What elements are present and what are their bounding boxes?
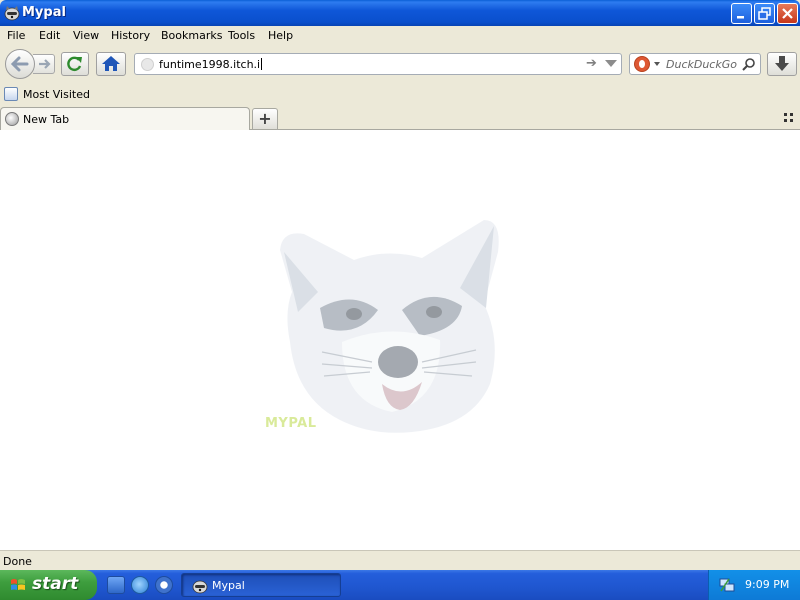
window-title: Mypal bbox=[22, 5, 66, 20]
restore-button[interactable] bbox=[754, 3, 775, 24]
taskbar-button-label: Mypal bbox=[212, 579, 245, 592]
menu-bar: File Edit View History Bookmarks Tools H… bbox=[0, 26, 800, 46]
tab-new-tab[interactable]: New Tab bbox=[0, 107, 250, 130]
new-tab-button[interactable]: + bbox=[252, 108, 278, 129]
clock[interactable]: 9:09 PM bbox=[745, 578, 789, 591]
url-bar[interactable]: funtime1998.itch.i ➔ bbox=[134, 53, 622, 75]
restore-icon bbox=[758, 7, 771, 20]
tab-label: New Tab bbox=[23, 113, 70, 126]
minimize-button[interactable] bbox=[731, 3, 752, 24]
page-content: MYPAL bbox=[0, 130, 800, 550]
forward-button[interactable] bbox=[33, 54, 55, 74]
bookmarks-toolbar: Most Visited bbox=[0, 84, 800, 106]
duckduckgo-icon[interactable] bbox=[634, 56, 650, 72]
raccoon-logo bbox=[280, 220, 499, 433]
most-visited-icon bbox=[4, 87, 18, 101]
start-button[interactable]: start bbox=[0, 570, 97, 600]
tab-list-icon[interactable] bbox=[784, 113, 794, 123]
mypal-watermark: MYPAL bbox=[265, 416, 317, 431]
system-tray: 9:09 PM bbox=[708, 570, 800, 600]
tab-strip: New Tab + bbox=[0, 106, 800, 130]
close-icon bbox=[782, 8, 793, 19]
quicklaunch-show-desktop-icon[interactable] bbox=[107, 576, 125, 594]
magnifier-icon[interactable] bbox=[742, 57, 756, 71]
menu-tools[interactable]: Tools bbox=[228, 29, 255, 42]
back-button[interactable] bbox=[5, 49, 35, 79]
chevron-down-icon[interactable] bbox=[654, 62, 660, 66]
site-identity-icon[interactable] bbox=[141, 58, 154, 71]
download-button[interactable] bbox=[767, 52, 797, 76]
navigation-toolbar: funtime1998.itch.i ➔ DuckDuckGo bbox=[0, 46, 800, 84]
menu-view[interactable]: View bbox=[73, 29, 99, 42]
home-icon bbox=[102, 56, 120, 71]
title-bar[interactable]: Mypal bbox=[0, 0, 800, 26]
close-button[interactable] bbox=[777, 3, 798, 24]
taskbar: start Mypal 9:09 PM bbox=[0, 570, 800, 600]
download-icon bbox=[775, 56, 789, 71]
raccoon-icon bbox=[4, 6, 20, 21]
search-bar[interactable]: DuckDuckGo bbox=[629, 53, 761, 75]
reload-button[interactable] bbox=[61, 52, 89, 76]
search-input[interactable]: DuckDuckGo bbox=[666, 58, 737, 71]
menu-file[interactable]: File bbox=[7, 29, 25, 42]
network-icon[interactable] bbox=[719, 577, 735, 593]
minimize-icon bbox=[737, 16, 744, 19]
status-text: Done bbox=[3, 555, 32, 568]
forward-arrow-icon bbox=[39, 59, 51, 69]
globe-icon bbox=[5, 112, 19, 126]
home-button[interactable] bbox=[96, 52, 126, 76]
menu-edit[interactable]: Edit bbox=[39, 29, 60, 42]
plus-icon: + bbox=[258, 109, 272, 128]
history-dropmarker-icon[interactable] bbox=[605, 60, 617, 67]
menu-bookmarks[interactable]: Bookmarks bbox=[161, 29, 222, 42]
menu-help[interactable]: Help bbox=[268, 29, 293, 42]
quicklaunch-internet-explorer-icon[interactable] bbox=[131, 576, 149, 594]
url-input[interactable]: funtime1998.itch.i bbox=[159, 58, 263, 71]
raccoon-icon bbox=[192, 580, 208, 594]
start-label: start bbox=[32, 574, 79, 594]
taskbar-button-mypal[interactable]: Mypal bbox=[181, 573, 341, 597]
bookmark-most-visited[interactable]: Most Visited bbox=[23, 88, 90, 101]
go-arrow-icon[interactable]: ➔ bbox=[586, 56, 597, 71]
quicklaunch-media-player-icon[interactable] bbox=[155, 576, 173, 594]
status-bar: Done bbox=[0, 550, 800, 570]
reload-icon bbox=[67, 56, 82, 72]
windows-logo-icon bbox=[11, 579, 25, 590]
back-arrow-icon bbox=[10, 56, 29, 72]
menu-history[interactable]: History bbox=[111, 29, 150, 42]
